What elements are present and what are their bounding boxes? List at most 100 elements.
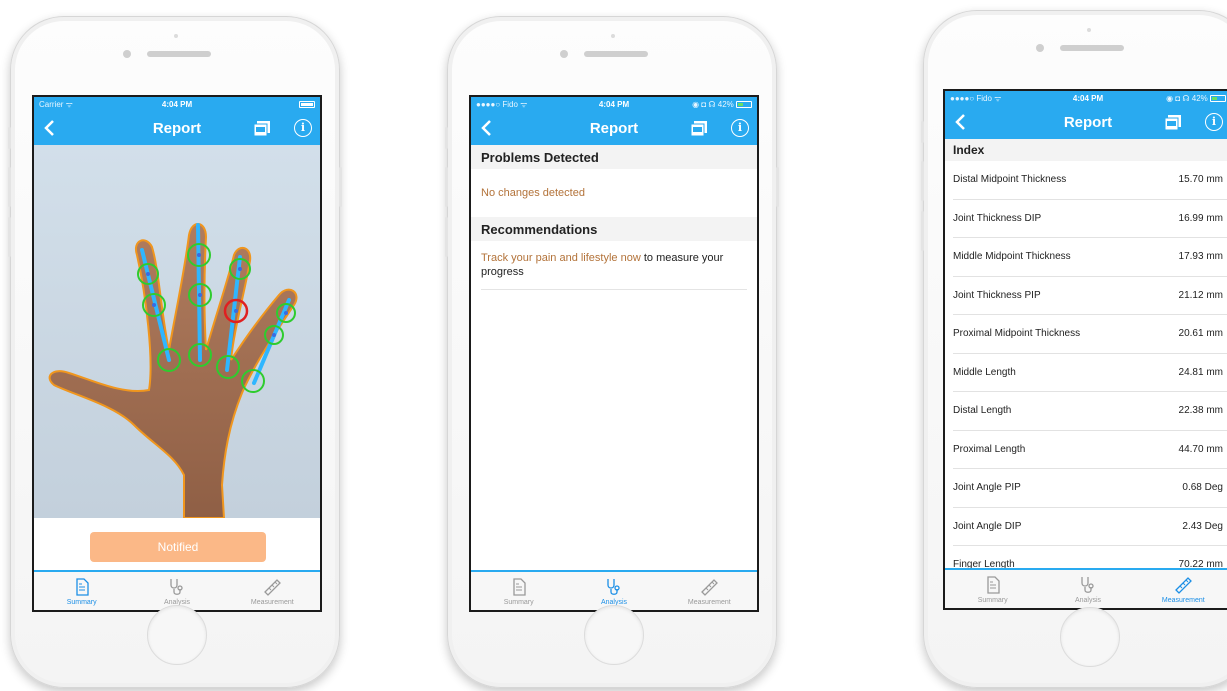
pdf-icon[interactable] <box>1165 115 1181 130</box>
status-time: 4:04 PM <box>598 100 630 109</box>
nav-row: Report i <box>471 112 757 145</box>
volume-up-button <box>921 161 924 201</box>
volume-up-button <box>8 167 11 207</box>
list-item: Middle Length 24.81 mm <box>953 354 1227 392</box>
tab-label: Analysis <box>1074 597 1102 604</box>
phone-measurement: ●●●●○ Fido ᯤ 4:04 PM ◉ ◘ ☊ 42% Report i … <box>921 10 1227 688</box>
tab-summary[interactable]: Summary <box>945 570 1040 608</box>
earpiece-speaker <box>1060 45 1124 51</box>
measurement-label: Joint Angle DIP <box>953 520 1022 532</box>
document-icon <box>987 576 1000 594</box>
list-item: Joint Angle PIP 0.68 Deg <box>953 469 1227 508</box>
measurement-label: Joint Thickness PIP <box>953 289 1041 301</box>
measurement-label: Middle Midpoint Thickness <box>953 251 1071 263</box>
front-camera <box>560 50 568 58</box>
problems-detected-header: Problems Detected <box>471 145 757 169</box>
tab-bar: Summary Analysis Measurement <box>34 570 320 610</box>
earpiece-speaker <box>584 51 648 57</box>
list-item: Middle Midpoint Thickness 17.93 mm <box>953 238 1227 277</box>
tab-summary[interactable]: Summary <box>471 572 566 610</box>
measurement-value: 2.43 Deg <box>1182 520 1223 532</box>
mute-switch <box>8 127 11 149</box>
measurement-label: Finger Length <box>953 559 1015 568</box>
status-bar: ●●●●○ Fido ᯤ 4:04 PM ◉ ◘ ☊ 42% <box>471 97 757 112</box>
measurement-value: 24.81 mm <box>1178 366 1223 378</box>
document-icon <box>513 578 526 596</box>
tab-label: Measurement <box>687 599 731 606</box>
recommendations-header: Recommendations <box>471 217 757 241</box>
tab-bar: Summary Analysis Measurement <box>945 568 1227 608</box>
tab-summary[interactable]: Summary <box>34 572 129 610</box>
list-item: Proximal Midpoint Thickness 20.61 mm <box>953 315 1227 354</box>
measurement-label: Distal Length <box>953 405 1012 417</box>
ruler-icon <box>1175 577 1193 594</box>
home-button <box>1060 607 1120 667</box>
sensor <box>611 34 615 38</box>
index-header: Index <box>945 139 1227 161</box>
list-item: Joint Thickness DIP 16.99 mm <box>953 200 1227 238</box>
mute-switch <box>445 127 448 149</box>
list-item: Proximal Length 44.70 mm <box>953 431 1227 469</box>
tab-measurement[interactable]: Measurement <box>225 572 320 610</box>
measurement-label: Proximal Length <box>953 443 1026 455</box>
status-time: 4:04 PM <box>1072 94 1104 103</box>
tab-measurement[interactable]: Measurement <box>1136 570 1227 608</box>
tab-label: Measurement <box>250 599 294 606</box>
screen: ●●●●○ Fido ᯤ 4:04 PM ◉ ◘ ☊ 42% Report i … <box>469 95 759 612</box>
info-icon[interactable]: i <box>731 119 749 137</box>
hand-analysis-image <box>34 145 320 518</box>
info-icon[interactable]: i <box>1205 113 1223 131</box>
front-camera <box>123 50 131 58</box>
page-title: Report <box>1063 114 1113 131</box>
measurement-label: Distal Midpoint Thickness <box>953 174 1067 186</box>
volume-down-button <box>8 217 11 257</box>
ruler-icon <box>701 579 719 596</box>
home-button <box>147 605 207 665</box>
recommendation-item: Track your pain and lifestyle now to mea… <box>481 241 747 290</box>
battery-icon <box>1210 95 1226 103</box>
info-icon[interactable]: i <box>294 119 312 137</box>
hand-photo <box>34 145 320 518</box>
tab-measurement[interactable]: Measurement <box>662 572 757 610</box>
screen: ●●●●○ Fido ᯤ 4:04 PM ◉ ◘ ☊ 42% Report i … <box>943 89 1227 610</box>
document-icon <box>76 578 89 596</box>
measurement-value: 0.68 Deg <box>1182 482 1223 494</box>
measurement-value: 20.61 mm <box>1178 328 1223 340</box>
list-item: Distal Length 22.38 mm <box>953 392 1227 431</box>
notified-button[interactable]: Notified <box>90 532 266 562</box>
pdf-icon[interactable] <box>254 121 270 136</box>
power-button <box>339 167 342 207</box>
measurement-value: 70.22 mm <box>1178 559 1223 568</box>
measurement-label: Middle Length <box>953 366 1016 378</box>
sensor <box>174 34 178 38</box>
list-item: Joint Angle DIP 2.43 Deg <box>953 508 1227 546</box>
list-item: Joint Thickness PIP 21.12 mm <box>953 277 1227 315</box>
stethoscope-icon <box>170 579 183 595</box>
earpiece-speaker <box>147 51 211 57</box>
phone-summary: Carrier ᯤ 4:04 PM Report i Notified Summ… <box>8 16 342 688</box>
app-bar: ●●●●○ Fido ᯤ 4:04 PM ◉ ◘ ☊ 42% Report i <box>945 91 1227 139</box>
problems-detected-text: No changes detected <box>481 187 585 199</box>
measurement-value: 17.93 mm <box>1178 251 1223 263</box>
nav-row: Report i <box>34 112 320 145</box>
mute-switch <box>921 121 924 143</box>
measurement-list[interactable]: Distal Midpoint Thickness 15.70 mm Joint … <box>945 161 1227 568</box>
tab-label: Summary <box>977 597 1008 604</box>
measurement-value: 44.70 mm <box>1178 443 1223 455</box>
stethoscope-icon <box>1081 577 1094 593</box>
measurement-value: 15.70 mm <box>1178 174 1223 186</box>
pdf-icon[interactable] <box>691 121 707 136</box>
front-camera <box>1036 44 1044 52</box>
measurement-value: 21.12 mm <box>1178 289 1223 301</box>
track-pain-link[interactable]: Track your pain and lifestyle now <box>481 252 641 264</box>
measurement-value: 22.38 mm <box>1178 405 1223 417</box>
list-item: Distal Midpoint Thickness 15.70 mm <box>953 161 1227 200</box>
volume-up-button <box>445 167 448 207</box>
status-bar: Carrier ᯤ 4:04 PM <box>34 97 320 112</box>
power-button <box>776 167 779 207</box>
app-bar: ●●●●○ Fido ᯤ 4:04 PM ◉ ◘ ☊ 42% Report i <box>471 97 757 145</box>
volume-down-button <box>921 211 924 251</box>
tab-analysis[interactable]: Analysis <box>1040 570 1135 608</box>
status-bar: ●●●●○ Fido ᯤ 4:04 PM ◉ ◘ ☊ 42% <box>945 91 1227 106</box>
sensor <box>1087 28 1091 32</box>
